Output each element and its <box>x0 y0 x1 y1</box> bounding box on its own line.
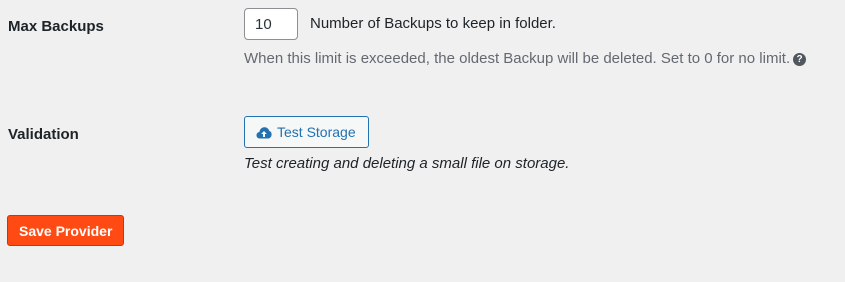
max-backups-help-text: When this limit is exceeded, the oldest … <box>244 50 807 67</box>
validation-label: Validation <box>8 126 79 143</box>
max-backups-input[interactable] <box>244 8 298 40</box>
save-provider-button[interactable]: Save Provider <box>7 215 125 246</box>
test-storage-button-label: Test Storage <box>277 124 356 140</box>
cloud-upload-icon <box>256 126 272 139</box>
validation-description: Test creating and deleting a small file … <box>244 155 570 172</box>
question-circle-icon[interactable]: ? <box>793 53 807 66</box>
max-backups-inline-description: Number of Backups to keep in folder. <box>310 15 556 32</box>
max-backups-help-text-content: When this limit is exceeded, the oldest … <box>244 50 791 67</box>
test-storage-button[interactable]: Test Storage <box>244 116 369 148</box>
max-backups-label: Max Backups <box>8 18 104 35</box>
